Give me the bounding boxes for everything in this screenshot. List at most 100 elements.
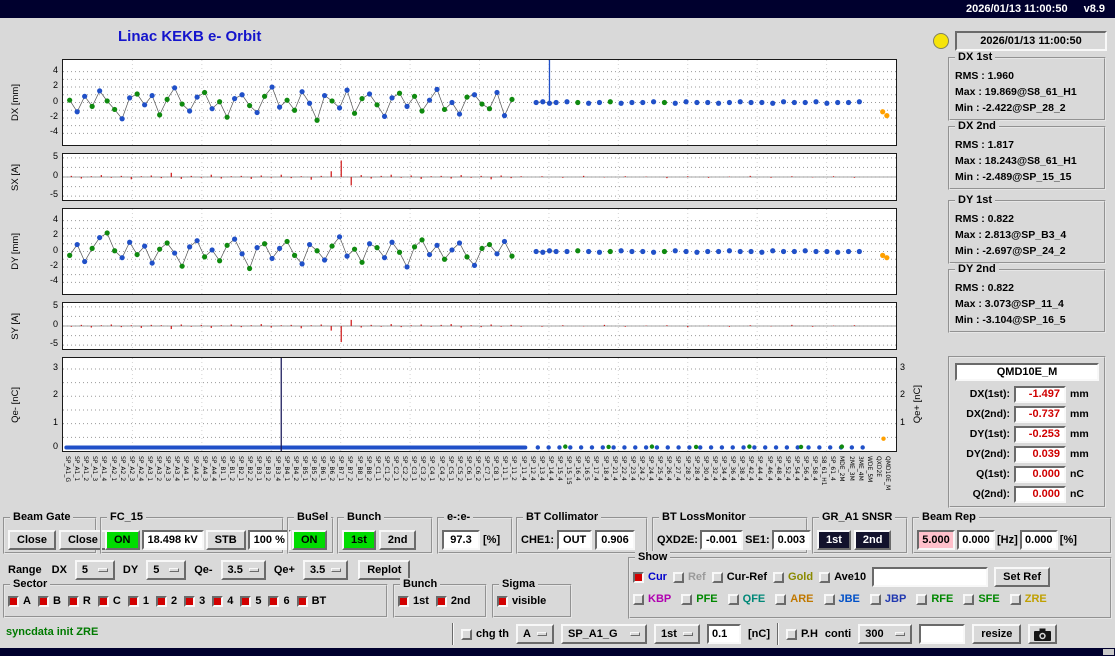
monitor-row-label: DX(2nd):: [966, 408, 1010, 420]
sector-a-checkbox[interactable]: A: [8, 595, 31, 607]
bpm-label: SP_C5_1: [446, 456, 454, 482]
show-jbp-checkbox[interactable]: JBP: [869, 593, 906, 605]
sy-ytick: 0: [52, 319, 58, 329]
show-sfe-checkbox[interactable]: SFE: [963, 593, 1000, 605]
ph-checkbox[interactable]: P.H: [786, 628, 818, 640]
checkbox-indicator: [672, 571, 684, 583]
snapshot-button[interactable]: [1028, 624, 1058, 644]
range-qem-label: Qe-: [194, 564, 213, 576]
range-dy-select[interactable]: 5: [146, 560, 187, 580]
monitor-row: DX(1st): -1.497 mm: [950, 384, 1104, 404]
fc15-on-button[interactable]: ON: [105, 530, 140, 550]
range-qep-select[interactable]: 3.5: [302, 560, 349, 580]
bpm-label: SP_15_15: [565, 456, 573, 485]
bunch-1st-button[interactable]: 1st: [342, 530, 376, 550]
bpm-label: SP_14_4: [546, 456, 554, 481]
bpm-label: SP_54_4: [792, 456, 800, 481]
fc15-percent-value: 100 %: [247, 530, 291, 550]
show-are-checkbox[interactable]: ARE: [775, 593, 814, 605]
show-cur-ref-checkbox[interactable]: Cur-Ref: [711, 571, 767, 583]
checkbox-indicator: [633, 571, 644, 583]
show-kbp-checkbox[interactable]: KBP: [633, 593, 671, 605]
chg-th-label: chg th: [476, 628, 509, 640]
bpm-label: SP_21_4: [610, 456, 618, 481]
checkbox-indicator: [398, 595, 409, 607]
dx-ytick: -2: [49, 110, 58, 121]
show-cur-checkbox[interactable]: Cur: [633, 571, 667, 583]
checkbox-label: A: [23, 595, 31, 607]
show-ref-checkbox[interactable]: Ref: [672, 571, 706, 583]
stat-panel-body: RMS : 1.817 Max : 18.243@S8_61_H1 Min : -2…: [950, 128, 1104, 185]
gr-snsr-1st-button[interactable]: 1st: [817, 530, 851, 550]
bpm-label: SP_23_4: [628, 456, 636, 481]
range-qep-value: 3.5: [309, 564, 326, 576]
checkbox-indicator: [869, 593, 881, 605]
monitor-row-unit: mm: [1070, 448, 1089, 460]
sigma-visible-checkbox[interactable]: visible: [497, 595, 546, 607]
bottom-bar: [0, 648, 1115, 656]
range-dx-select[interactable]: 5: [74, 560, 115, 580]
busel-frame-label: BuSel: [294, 511, 332, 523]
show-pfe-checkbox[interactable]: PFE: [681, 593, 718, 605]
show-jbe-checkbox[interactable]: JBE: [823, 593, 860, 605]
stat-line: RMS : 0.822: [955, 213, 1014, 225]
sector-bt-checkbox[interactable]: BT: [296, 595, 326, 607]
checkbox-label: 2: [170, 595, 178, 607]
checkbox-indicator: [681, 593, 693, 605]
gr-snsr-2nd-button[interactable]: 2nd: [853, 530, 892, 550]
chg-th-checkbox[interactable]: chg th: [461, 628, 509, 640]
checkbox-indicator: [127, 595, 139, 607]
sector-4-checkbox[interactable]: 4: [212, 595, 233, 607]
bpm-label: SP_28_2: [683, 456, 691, 481]
stat-line: RMS : 1.817: [955, 139, 1014, 151]
bpm-label: SP_B2_2: [246, 456, 254, 482]
busel-on-button[interactable]: ON: [292, 530, 327, 550]
range-qem-select[interactable]: 3.5: [220, 560, 266, 580]
bpm-label: SP_38_4: [738, 456, 746, 481]
show-gold-checkbox[interactable]: Gold: [773, 571, 813, 583]
sector-b-checkbox[interactable]: B: [37, 595, 61, 607]
bunch-mode-select[interactable]: 1st: [654, 624, 700, 644]
bunch-view-frame: Bunch 1st 2nd: [393, 578, 487, 618]
dx-plot-canvas: [63, 60, 896, 145]
dy-chart-row: DY [mm] 4 2 0 -2 -4: [0, 208, 940, 295]
sector-2-checkbox[interactable]: 2: [155, 595, 178, 607]
sector-5-checkbox[interactable]: 5: [240, 595, 261, 607]
misc-entry[interactable]: [919, 624, 966, 644]
bunch-2nd-checkbox[interactable]: 2nd: [435, 595, 470, 607]
checkbox-indicator: [212, 595, 224, 607]
sector-1-checkbox[interactable]: 1: [127, 595, 149, 607]
show-ave10-checkbox[interactable]: Ave10: [819, 571, 866, 583]
set-ref-button[interactable]: Set Ref: [994, 567, 1051, 587]
interval-select[interactable]: 300: [858, 624, 913, 644]
ref-file-entry[interactable]: [872, 567, 989, 587]
fc15-stb-button[interactable]: STB: [205, 530, 246, 550]
stat-line: Max : 2.813@SP_B3_4: [955, 229, 1067, 241]
beam-gate-frame-label: Beam Gate: [10, 511, 74, 523]
sigma-frame-label: Sigma: [499, 578, 539, 590]
threshold-entry[interactable]: [707, 624, 741, 644]
monitor-select[interactable]: SP_A1_G: [561, 624, 647, 644]
bunch-1st-checkbox[interactable]: 1st: [398, 595, 429, 607]
sector-select[interactable]: A: [516, 624, 554, 644]
dy-axis-label: DY [mm]: [10, 208, 21, 295]
resize-button[interactable]: resize: [972, 624, 1022, 644]
sector-c-checkbox[interactable]: C: [97, 595, 121, 607]
titlebar-version: v8.9: [1083, 3, 1105, 15]
bpm-label: SP_A1_1: [73, 456, 81, 482]
sector-r-checkbox[interactable]: R: [67, 595, 91, 607]
show-rfe-checkbox[interactable]: RFE: [916, 593, 953, 605]
bpm-label: SP_B5_2: [310, 456, 317, 482]
sector-6-checkbox[interactable]: 6: [268, 595, 290, 607]
show-zre-checkbox[interactable]: ZRE: [1009, 593, 1047, 605]
range-row: Range DX 5 DY 5 Qe- 3.5 Qe+ 3.5 Replot: [8, 559, 411, 581]
resize-grip[interactable]: [1103, 649, 1114, 655]
show-qfe-checkbox[interactable]: QFE: [727, 593, 765, 605]
bunch-2nd-button[interactable]: 2nd: [378, 530, 417, 550]
beam-rep-percent-unit: [%]: [1059, 534, 1077, 546]
bpm-label: MDE_2M: [838, 456, 846, 482]
replot-button[interactable]: Replot: [358, 560, 411, 580]
sector-3-checkbox[interactable]: 3: [184, 595, 205, 607]
monitor-row: Q(1st): 0.000 nC: [950, 464, 1104, 484]
beam-gate-close-button-1[interactable]: Close: [8, 530, 56, 550]
